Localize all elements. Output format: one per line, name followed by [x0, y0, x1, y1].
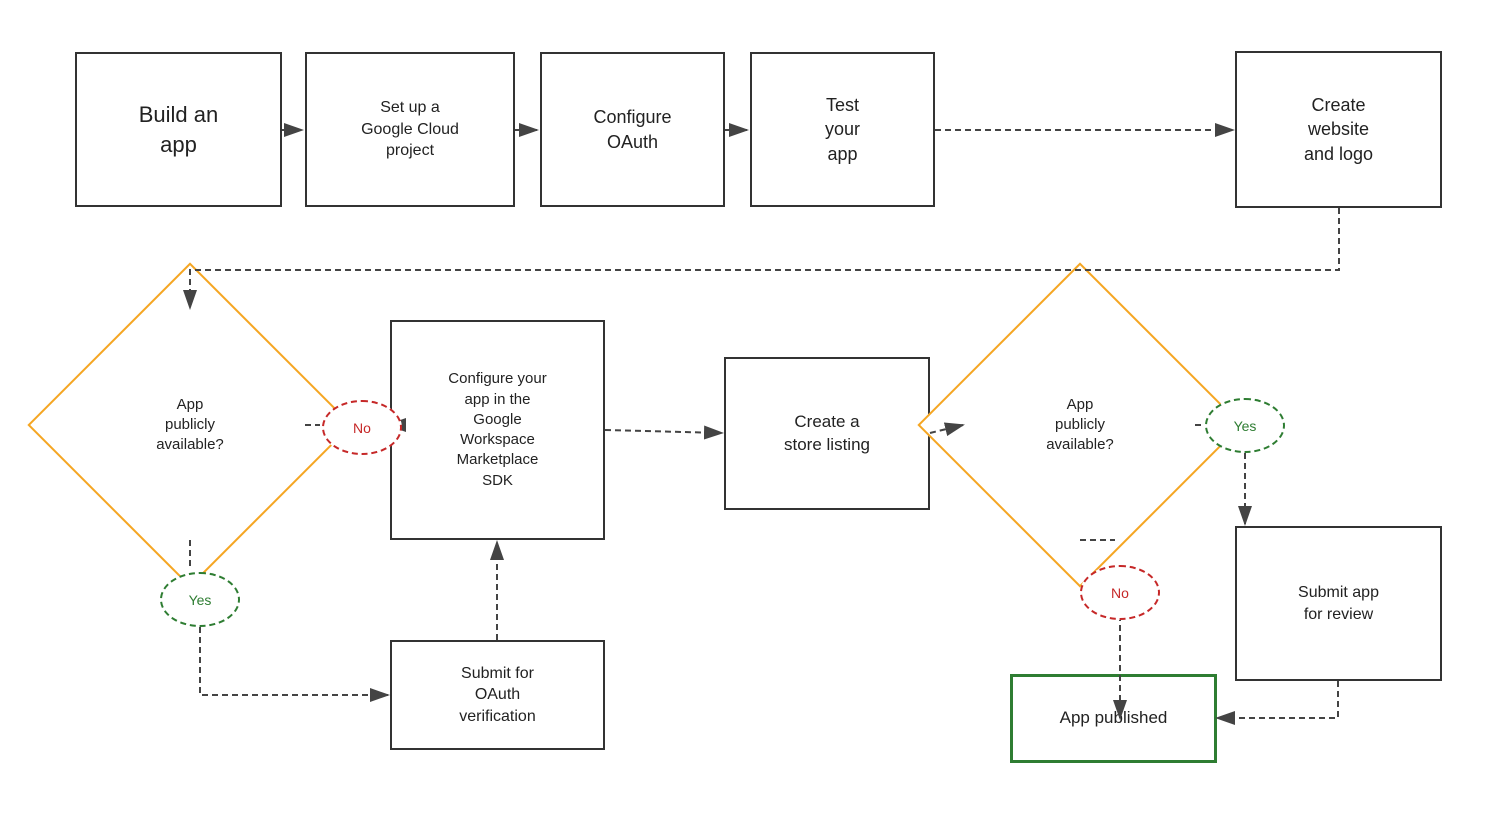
box-configure-workspace: Configure your app in the Google Workspa…	[390, 320, 605, 540]
box-google-cloud-label: Set up a Google Cloud project	[361, 97, 459, 162]
box-test-app: Test your app	[750, 52, 935, 207]
box-create-store: Create a store listing	[724, 357, 930, 510]
oval-yes-left-label: Yes	[189, 592, 212, 608]
oval-yes-left: Yes	[160, 572, 240, 627]
box-test-app-label: Test your app	[825, 93, 860, 166]
box-google-cloud: Set up a Google Cloud project	[305, 52, 515, 207]
box-app-published: App published	[1010, 674, 1217, 763]
box-submit-oauth: Submit for OAuth verification	[390, 640, 605, 750]
box-create-website-label: Create website and logo	[1304, 93, 1373, 166]
diamond-app-avail-left: App publicly available?	[75, 310, 305, 540]
oval-yes-right: Yes	[1205, 398, 1285, 453]
box-build-app: Build an app	[75, 52, 282, 207]
box-create-store-label: Create a store listing	[784, 411, 870, 457]
box-submit-review-label: Submit app for review	[1298, 582, 1379, 625]
box-app-published-label: App published	[1060, 707, 1168, 730]
box-configure-oauth-label: Configure OAuth	[593, 105, 671, 154]
box-create-website: Create website and logo	[1235, 51, 1442, 208]
box-configure-oauth: Configure OAuth	[540, 52, 725, 207]
oval-no-right-label: No	[1111, 585, 1129, 601]
box-configure-workspace-label: Configure your app in the Google Workspa…	[448, 369, 546, 491]
flowchart-diagram: Build an app Set up a Google Cloud proje…	[0, 0, 1494, 814]
diamond-app-avail-right: App publicly available?	[965, 310, 1195, 540]
oval-no-left: No	[322, 400, 402, 455]
diamond-left-text: App publicly available?	[75, 310, 305, 540]
oval-no-left-label: No	[353, 420, 371, 436]
box-submit-oauth-label: Submit for OAuth verification	[459, 663, 535, 728]
box-build-app-label: Build an app	[139, 100, 219, 159]
oval-no-right: No	[1080, 565, 1160, 620]
diamond-right-text: App publicly available?	[965, 310, 1195, 540]
box-submit-review: Submit app for review	[1235, 526, 1442, 681]
oval-yes-right-label: Yes	[1234, 418, 1257, 434]
